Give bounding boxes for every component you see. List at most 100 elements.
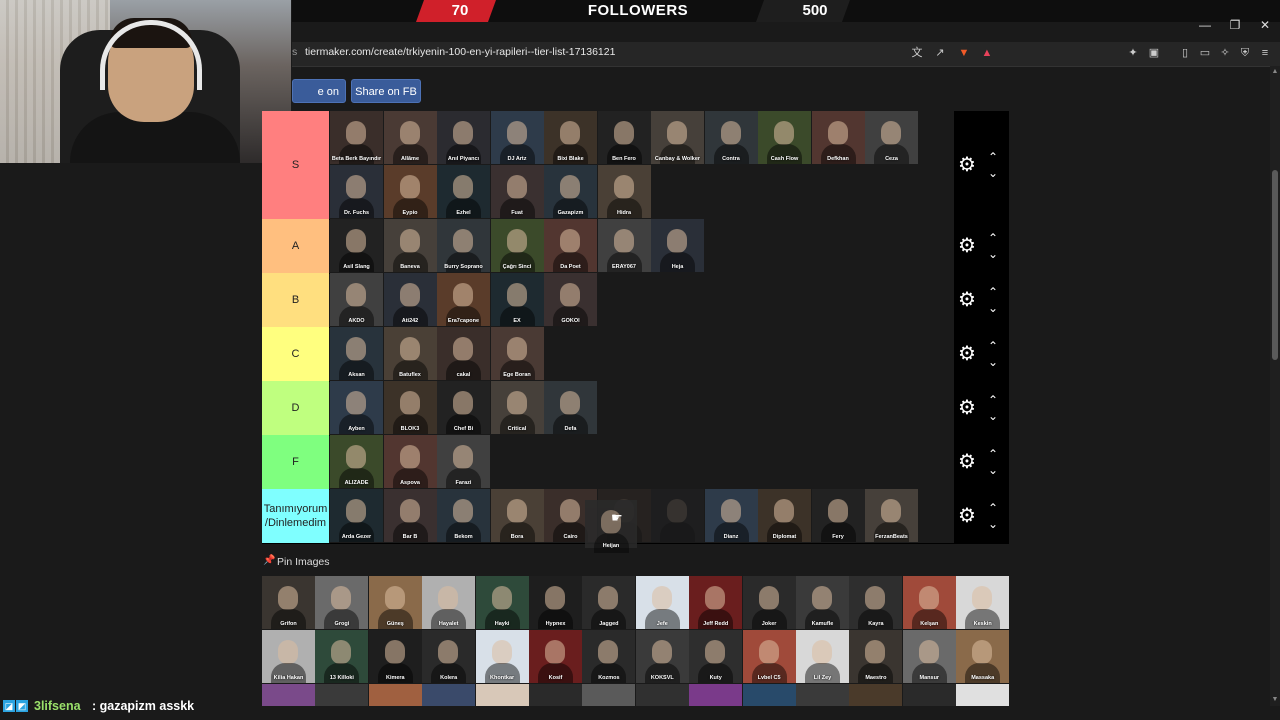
pool-tile[interactable]: KÖKSVL (635, 630, 689, 683)
rapper-tile[interactable]: BLOK3 (383, 381, 437, 434)
tier-label[interactable]: B (262, 273, 329, 327)
move-up-icon[interactable]: ⌃ (986, 232, 1000, 244)
rapper-tile[interactable]: Ege Boran (490, 327, 544, 380)
rapper-tile[interactable]: Canbay & Wolker (651, 111, 704, 164)
vpn-icon[interactable]: ⛨ (1238, 46, 1252, 60)
pool-tile[interactable] (689, 684, 743, 706)
pool-tile[interactable]: Khontkar (475, 630, 529, 683)
tier-settings-icon[interactable]: ⚙ (957, 398, 977, 418)
pool-tile[interactable]: Massaka (956, 630, 1010, 683)
move-down-icon[interactable]: ⌄ (986, 410, 1000, 422)
rapper-tile[interactable]: Ayben (330, 381, 383, 434)
sidebar-icon[interactable]: ▯ (1178, 46, 1192, 60)
rapper-tile[interactable]: EX (490, 273, 544, 326)
pool-tile[interactable]: Kozmos (582, 630, 636, 683)
pool-tile[interactable] (742, 684, 796, 706)
rapper-tile[interactable]: Eypio (383, 165, 437, 218)
rapper-tile[interactable]: GOKOI (544, 273, 597, 326)
rapper-tile[interactable]: AKDO (330, 273, 383, 326)
rapper-tile[interactable]: DJ Artz (490, 111, 544, 164)
pool-tile[interactable]: 13 Killoki (315, 630, 369, 683)
pool-tile[interactable] (796, 684, 849, 706)
rapper-tile[interactable]: Ceza (865, 111, 918, 164)
tier-settings-icon[interactable]: ⚙ (957, 344, 977, 364)
pool-tile[interactable] (956, 684, 1010, 706)
rapper-tile[interactable]: Allâme (383, 111, 437, 164)
rapper-tile[interactable]: Fuat (490, 165, 544, 218)
pool-tile[interactable]: Hypnex (529, 576, 582, 629)
pool-tile[interactable]: Keskin (956, 576, 1010, 629)
move-down-icon[interactable]: ⌄ (986, 518, 1000, 530)
rapper-tile[interactable]: Contra (704, 111, 758, 164)
tier-label[interactable]: S (262, 111, 329, 219)
pool-tile[interactable]: Kolera (422, 630, 476, 683)
pool-tile[interactable]: Kosif (529, 630, 582, 683)
tier-label[interactable]: Tanımıyorum /Dinlemedim (262, 489, 329, 543)
move-down-icon[interactable]: ⌄ (986, 464, 1000, 476)
url-text[interactable]: tiermaker.com/create/trkiyenin-100-en-yi… (305, 46, 615, 58)
rapper-tile[interactable]: Anıl Piyancı (437, 111, 490, 164)
rapper-tile[interactable]: Hidra (597, 165, 651, 218)
pool-tile[interactable]: Lvbel C5 (742, 630, 796, 683)
tier-label[interactable]: C (262, 327, 329, 381)
brave-rewards-icon[interactable]: ▲ (980, 46, 994, 60)
move-up-icon[interactable]: ⌃ (986, 502, 1000, 514)
rapper-tile[interactable]: Burry Soprano (437, 219, 490, 272)
share-icon[interactable]: ↗ (933, 46, 947, 60)
pool-tile[interactable]: Grifon (262, 576, 315, 629)
share-fb-button[interactable]: Share on FB (351, 79, 421, 103)
rapper-tile[interactable]: Aspova (383, 435, 437, 488)
pool-tile[interactable] (902, 684, 956, 706)
rapper-tile[interactable] (651, 489, 704, 542)
rapper-tile[interactable]: cakal (437, 327, 490, 380)
scrollbar-thumb[interactable] (1272, 170, 1278, 360)
pool-tile[interactable]: Maestro (849, 630, 903, 683)
move-up-icon[interactable]: ⌃ (986, 286, 1000, 298)
rapper-tile[interactable]: Ati242 (383, 273, 437, 326)
rapper-tile[interactable]: Heja (651, 219, 704, 272)
pool-tile[interactable]: Hayalet (422, 576, 476, 629)
rapper-tile[interactable]: Bar B (383, 489, 437, 542)
move-up-icon[interactable]: ⌃ (986, 394, 1000, 406)
pool-tile[interactable] (475, 684, 529, 706)
pool-tile[interactable]: Güneş (368, 576, 422, 629)
rapper-tile[interactable]: Chef Bi (437, 381, 490, 434)
move-down-icon[interactable]: ⌄ (986, 248, 1000, 260)
rapper-tile[interactable]: Ezhel (437, 165, 490, 218)
pool-tile[interactable]: Joker (742, 576, 796, 629)
tier-label[interactable]: F (262, 435, 329, 489)
rapper-tile[interactable]: Bekom (437, 489, 490, 542)
pool-tile[interactable]: Jeff Redd (689, 576, 743, 629)
rapper-tile[interactable]: Bora (490, 489, 544, 542)
rapper-tile[interactable]: Critical (490, 381, 544, 434)
pin-icon[interactable]: 📌 (263, 555, 275, 566)
tier-settings-icon[interactable]: ⚙ (957, 452, 977, 472)
rapper-tile[interactable]: Aksan (330, 327, 383, 380)
move-up-icon[interactable]: ⌃ (986, 448, 1000, 460)
rapper-tile[interactable]: Dr. Fuchs (330, 165, 383, 218)
move-down-icon[interactable]: ⌄ (986, 167, 1000, 179)
rapper-tile[interactable]: Batuflex (383, 327, 437, 380)
scroll-up-icon[interactable]: ▲ (1271, 68, 1279, 76)
tier-settings-icon[interactable]: ⚙ (957, 506, 977, 526)
pool-tile[interactable] (315, 684, 369, 706)
rapper-tile[interactable]: Cash Flow (758, 111, 811, 164)
move-down-icon[interactable]: ⌄ (986, 356, 1000, 368)
scroll-down-icon[interactable]: ▼ (1271, 696, 1279, 704)
rapper-tile[interactable]: Bixi Blake (544, 111, 597, 164)
rapper-tile[interactable]: FerzanBeats (865, 489, 918, 542)
pool-tile[interactable]: Kayra (849, 576, 903, 629)
move-up-icon[interactable]: ⌃ (986, 340, 1000, 352)
rapper-tile[interactable]: Defkhan (811, 111, 865, 164)
rapper-tile[interactable]: Era7capone (437, 273, 490, 326)
translate-icon[interactable]: 文 (910, 46, 924, 60)
pool-tile[interactable]: Hayki (475, 576, 529, 629)
rapper-tile[interactable]: Beta Berk Bayındır (330, 111, 383, 164)
pool-tile[interactable]: Kilia Hakan (262, 630, 315, 683)
tier-settings-icon[interactable]: ⚙ (957, 236, 977, 256)
restore-button[interactable]: ❐ (1220, 18, 1250, 32)
pool-tile[interactable] (849, 684, 903, 706)
pool-tile[interactable]: Grogi (315, 576, 369, 629)
rapper-tile[interactable]: ERAY067 (597, 219, 651, 272)
rapper-tile[interactable]: Defa (544, 381, 597, 434)
